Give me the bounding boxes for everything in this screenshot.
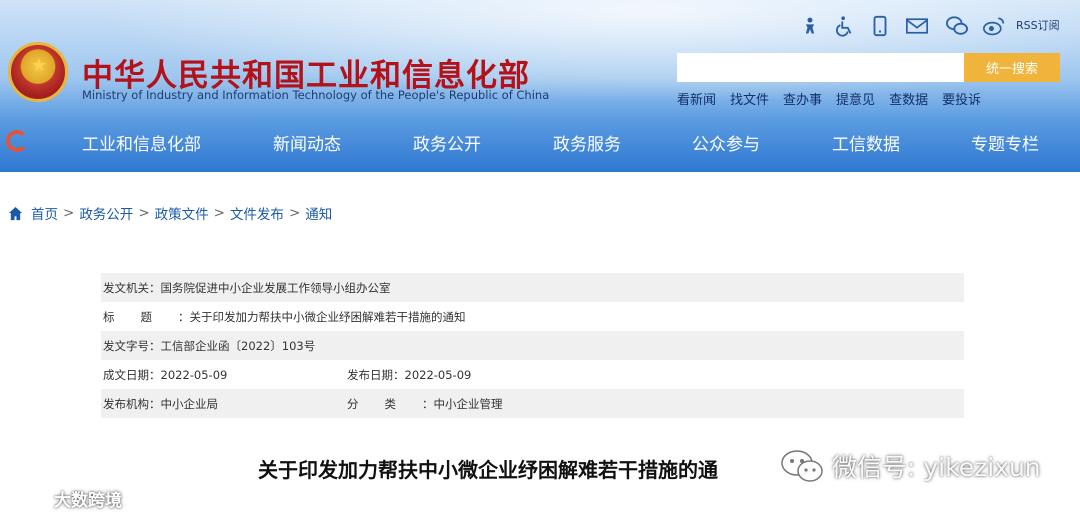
search-button[interactable]: 统一搜索: [964, 53, 1060, 82]
breadcrumb-separator: >: [288, 205, 301, 221]
quick-link-news[interactable]: 看新闻: [677, 89, 716, 108]
breadcrumb-government-affairs[interactable]: 政务公开: [79, 203, 133, 223]
meta-category-value: 中小企业管理: [433, 396, 503, 411]
nav-item-government-services[interactable]: 政务服务: [553, 130, 621, 155]
quick-links: 看新闻 找文件 查办事 提意见 查数据 要投诉: [677, 89, 981, 108]
meta-title-value: 关于印发加力帮扶中小微企业纾困解难若干措施的通知: [189, 309, 466, 324]
meta-doc-no-value: 工信部企业函〔2022〕103号: [160, 338, 316, 353]
breadcrumb-document-release[interactable]: 文件发布: [230, 203, 284, 223]
quick-link-documents[interactable]: 找文件: [730, 89, 769, 108]
mobile-icon[interactable]: [869, 14, 891, 38]
mail-icon[interactable]: [904, 14, 930, 38]
brand-watermark: 大数跨境: [8, 486, 122, 511]
breadcrumb-home[interactable]: 首页: [31, 203, 58, 223]
meta-category: 分类：中小企业管理: [347, 396, 503, 412]
national-emblem-icon[interactable]: [8, 42, 68, 102]
meta-row-dates: 成文日期：2022-05-09 发布日期：2022-05-09: [101, 360, 964, 389]
quick-link-data[interactable]: 查数据: [889, 89, 928, 108]
breadcrumb-separator: >: [63, 205, 75, 221]
wechat-watermark: 微信号: yikezixun: [780, 448, 1041, 484]
nav-item-news[interactable]: 新闻动态: [273, 130, 341, 155]
meta-published-label: 发布日期：: [347, 367, 405, 382]
wheelchair-icon[interactable]: [834, 14, 856, 38]
document-title: 关于印发加力帮扶中小微企业纾困解难若干措施的通: [258, 458, 718, 482]
nav-item-special-topics[interactable]: 专题专栏: [971, 130, 1039, 155]
breadcrumb-policy-documents[interactable]: 政策文件: [155, 203, 209, 223]
meta-written-value: 2022-05-09: [160, 367, 228, 382]
meta-row-issuer: 发文机关：国务院促进中小企业发展工作领导小组办公室: [101, 273, 964, 302]
meta-doc-no: 发文字号：工信部企业函〔2022〕103号: [103, 338, 315, 354]
meta-published-value: 2022-05-09: [404, 367, 472, 382]
meta-agency: 发布机构：中小企业局: [103, 396, 218, 412]
quick-link-services[interactable]: 查办事: [783, 89, 822, 108]
meta-written-label: 成文日期：: [103, 367, 161, 382]
meta-title: 标题：关于印发加力帮扶中小微企业纾困解难若干措施的通知: [103, 309, 466, 325]
site-subtitle: Ministry of Industry and Information Tec…: [82, 88, 550, 102]
home-icon[interactable]: [8, 206, 23, 221]
nav-item-public-participation[interactable]: 公众参与: [692, 130, 760, 155]
wechat-watermark-text: 微信号: yikezixun: [832, 453, 1041, 482]
breadcrumb: 首页 > 政务公开 > 政策文件 > 文件发布 > 通知: [8, 203, 332, 223]
meta-issuer: 发文机关：国务院促进中小企业发展工作领导小组办公室: [103, 280, 391, 296]
ministry-logo-icon[interactable]: [6, 130, 28, 152]
site-header: 中华人民共和国工业和信息化部 Ministry of Industry and …: [0, 0, 1080, 172]
brand-watermark-text: 大数跨境: [54, 491, 122, 511]
meta-published-date: 发布日期：2022-05-09: [347, 367, 471, 383]
nav-item-government-affairs[interactable]: 政务公开: [413, 130, 481, 155]
breadcrumb-notice[interactable]: 通知: [305, 203, 332, 223]
meta-issuer-value: 国务院促进中小企业发展工作领导小组办公室: [160, 280, 391, 295]
wechat-icon: [781, 450, 823, 482]
quick-link-feedback[interactable]: 提意见: [836, 89, 875, 108]
meta-row-doc-no: 发文字号：工信部企业函〔2022〕103号: [101, 331, 964, 360]
rss-link[interactable]: RSS订阅: [1016, 17, 1060, 33]
main-nav: 工业和信息化部 新闻动态 政务公开 政务服务 公众参与 工信数据 专题专栏: [0, 118, 1080, 166]
quick-link-complaint[interactable]: 要投诉: [942, 89, 981, 108]
meta-row-title: 标题：关于印发加力帮扶中小微企业纾困解难若干措施的通知: [101, 302, 964, 331]
meta-written-date: 成文日期：2022-05-09: [103, 367, 227, 383]
nav-item-ministry[interactable]: 工业和信息化部: [82, 130, 201, 155]
document-metadata-table: 发文机关：国务院促进中小企业发展工作领导小组办公室 标题：关于印发加力帮扶中小微…: [101, 273, 964, 418]
search-input[interactable]: [677, 53, 964, 82]
meta-agency-label: 发布机构：: [103, 396, 161, 411]
breadcrumb-separator: >: [213, 205, 225, 221]
meta-doc-no-label: 发文字号：: [103, 338, 161, 353]
wechat-icon[interactable]: [945, 14, 969, 38]
brand-logo-icon: [8, 489, 43, 508]
accessibility-icon[interactable]: [800, 14, 820, 38]
nav-item-data[interactable]: 工信数据: [832, 130, 900, 155]
meta-row-agency: 发布机构：中小企业局 分类：中小企业管理: [101, 389, 964, 418]
breadcrumb-separator: >: [138, 205, 150, 221]
meta-agency-value: 中小企业局: [160, 396, 219, 411]
weibo-icon[interactable]: [981, 14, 1007, 38]
meta-issuer-label: 发文机关：: [103, 280, 161, 295]
